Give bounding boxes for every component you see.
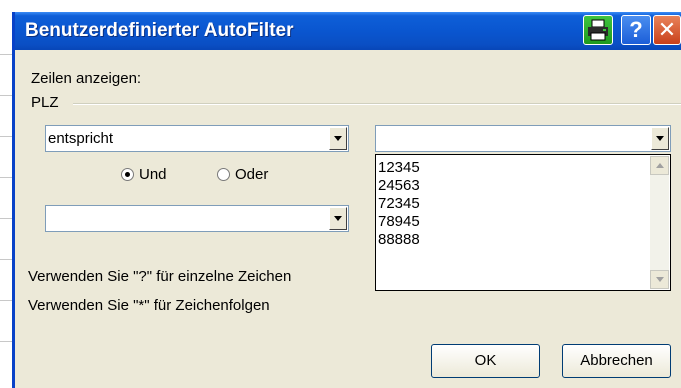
scroll-up-icon[interactable] xyxy=(650,156,669,175)
list-item[interactable]: 24563 xyxy=(378,177,420,194)
gridline xyxy=(0,136,12,137)
list-item[interactable]: 88888 xyxy=(378,231,420,248)
and-label[interactable]: Und xyxy=(139,166,167,183)
help-button[interactable]: ? xyxy=(621,15,651,45)
autofilter-dialog: Benutzerdefinierter AutoFilter ? ✕ Zeile… xyxy=(12,12,681,388)
gridline xyxy=(0,177,12,178)
or-label[interactable]: Oder xyxy=(235,166,268,183)
list-item[interactable]: 72345 xyxy=(378,195,420,212)
gridline xyxy=(0,259,12,260)
printer-icon xyxy=(588,19,608,41)
show-rows-label: Zeilen anzeigen: xyxy=(31,70,142,87)
list-item[interactable]: 78945 xyxy=(378,213,420,230)
hint-question-mark: Verwenden Sie "?" für einzelne Zeichen xyxy=(28,268,292,285)
gridline xyxy=(0,95,12,96)
or-radio[interactable] xyxy=(217,168,230,181)
ok-button[interactable]: OK xyxy=(431,344,540,378)
operator1-value: entspricht xyxy=(48,130,114,147)
row-header-strip xyxy=(0,0,12,388)
help-icon: ? xyxy=(629,17,643,42)
cancel-button[interactable]: Abbrechen xyxy=(562,344,671,378)
value-dropdown-list[interactable]: 12345 24563 72345 78945 88888 xyxy=(375,154,671,291)
dialog-title: Benutzerdefinierter AutoFilter xyxy=(25,20,294,41)
title-bar[interactable]: Benutzerdefinierter AutoFilter ? ✕ xyxy=(15,12,681,50)
close-button[interactable]: ✕ xyxy=(653,15,681,45)
print-button[interactable] xyxy=(583,15,613,45)
list-scrollbar[interactable] xyxy=(650,156,669,289)
cancel-button-label: Abbrechen xyxy=(580,352,653,369)
gridline xyxy=(0,341,12,342)
operator1-combobox[interactable]: entspricht xyxy=(45,125,349,152)
and-radio[interactable] xyxy=(121,168,134,181)
operator2-combobox[interactable] xyxy=(45,205,349,232)
value1-combobox[interactable] xyxy=(375,125,671,152)
close-icon: ✕ xyxy=(657,17,677,42)
fieldset-divider xyxy=(73,103,681,105)
list-item[interactable]: 12345 xyxy=(378,159,420,176)
dropdown-arrow-icon[interactable] xyxy=(651,127,669,150)
field-name-label: PLZ xyxy=(31,94,59,111)
dropdown-arrow-icon[interactable] xyxy=(329,127,347,150)
gridline xyxy=(0,54,12,55)
gridline xyxy=(0,300,12,301)
scroll-down-icon[interactable] xyxy=(650,270,669,289)
gridline xyxy=(0,218,12,219)
ok-button-label: OK xyxy=(474,352,497,369)
hint-asterisk: Verwenden Sie "*" für Zeichenfolgen xyxy=(28,297,270,314)
dropdown-arrow-icon[interactable] xyxy=(329,207,347,230)
